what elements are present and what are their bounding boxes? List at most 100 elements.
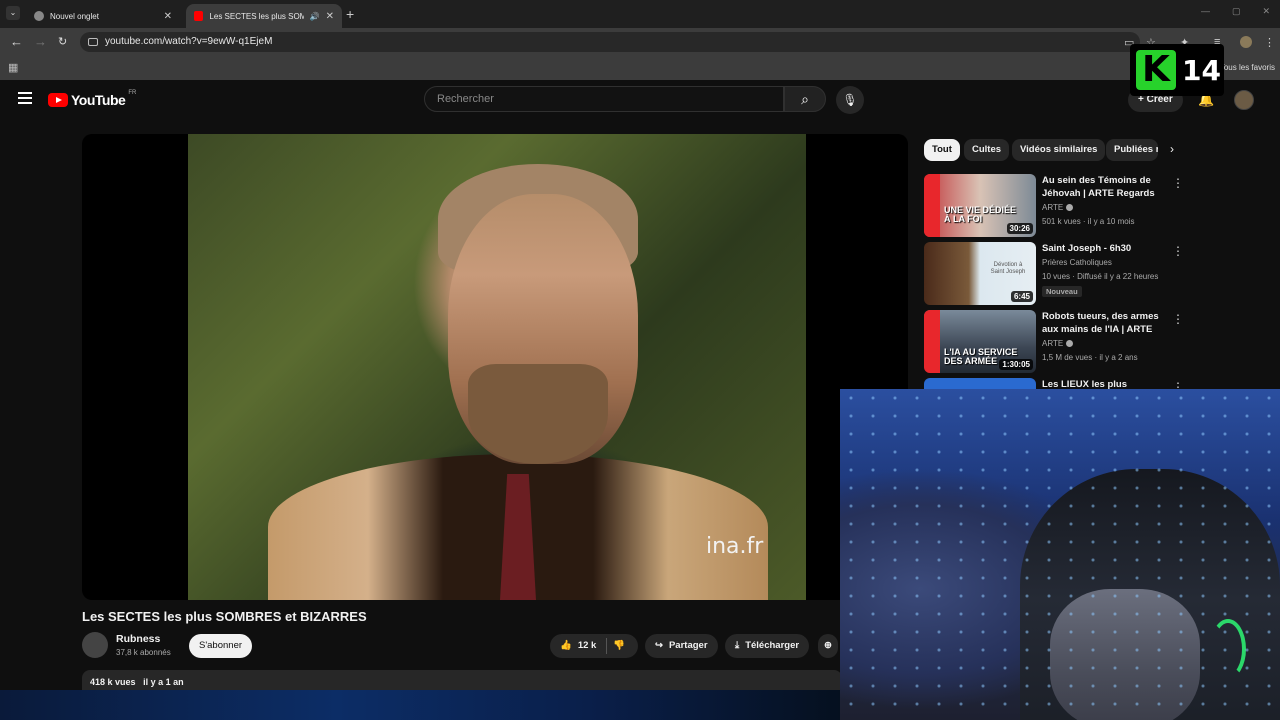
hamburger-menu-icon[interactable] (18, 92, 32, 107)
profile-avatar[interactable] (1240, 36, 1252, 48)
back-icon[interactable]: ← (10, 34, 23, 49)
youtube-favicon-icon (194, 11, 204, 21)
speaker-icon[interactable]: 🔊 (310, 12, 320, 21)
download-label: Télécharger (745, 640, 800, 651)
video-watermark: ina.fr (706, 534, 764, 559)
recommendation-channel[interactable]: Prières Catholiques (1042, 258, 1112, 267)
recommendation-item[interactable]: L'IA AU SERVICE DES ARMÉE 1:30:05 Robots… (924, 310, 1184, 374)
reload-icon[interactable]: ↻ (58, 35, 67, 48)
minimize-icon[interactable]: — (1201, 6, 1210, 17)
download-button[interactable]: ⤓ Télécharger (725, 634, 810, 658)
like-count[interactable]: 12 k (578, 634, 597, 658)
k14-overlay-logo: K 14 (1130, 44, 1224, 96)
tab-list-button[interactable]: ⌄ (6, 6, 20, 20)
browser-tab-bar: ⌄ Nouvel onglet ✕ Les SECTES les plus SO… (0, 0, 1280, 28)
tab-youtube-video[interactable]: Les SECTES les plus SOMBÉ 🔊 ✕ (186, 4, 342, 28)
k-logo-letter: K (1136, 50, 1176, 90)
chevron-right-icon[interactable]: › (1170, 142, 1174, 156)
chrome-icon (34, 11, 44, 21)
upload-date: il y a 1 an (143, 677, 184, 687)
chip-published[interactable]: Publiées r (1106, 139, 1158, 161)
video-player[interactable]: ina.fr (82, 134, 908, 600)
url-text: youtube.com/watch?v=9ewW-q1EjeM (105, 36, 273, 47)
video-duration: 30:26 (1006, 223, 1033, 234)
maximize-icon[interactable]: ▢ (1232, 6, 1241, 17)
recommendation-item[interactable]: Dévotion à Saint Joseph 6:45 Saint Josep… (924, 242, 1184, 306)
video-subject-beard (468, 364, 608, 464)
search-icon: ⌕ (801, 91, 809, 107)
new-tab-button[interactable]: + (346, 6, 354, 22)
apps-grid-icon[interactable]: ▦ (8, 61, 18, 74)
thumbnail-caption: UNE VIE DÉDIÉE À LA FOI (944, 205, 1017, 224)
youtube-logo[interactable]: YouTube FR (48, 90, 137, 108)
recommendation-title[interactable]: Saint Joseph - 6h30 (1042, 242, 1172, 255)
tab-label: Les SECTES les plus SOMBÉ (209, 11, 304, 21)
more-options-icon[interactable]: ⋮ (1172, 244, 1184, 258)
new-badge: Nouveau (1042, 286, 1082, 297)
recommendation-meta: 501 k vues · il y a 10 mois (1042, 217, 1135, 226)
subscribe-button[interactable]: S'abonner (189, 634, 253, 658)
channel-name[interactable]: Rubness (116, 633, 160, 645)
like-icon[interactable]: 👍 (560, 634, 572, 658)
site-info-icon[interactable] (88, 38, 98, 46)
channel-subscribers: 37,8 k abonnés (116, 648, 171, 657)
video-thumbnail[interactable]: Dévotion à Saint Joseph 6:45 (924, 242, 1036, 305)
thanks-icon: ⊕ (824, 640, 832, 651)
share-button[interactable]: ↪ Partager (645, 634, 718, 658)
arte-logo (924, 310, 940, 373)
page-bottom-strip (0, 690, 840, 720)
recommendation-channel[interactable]: ARTE (1042, 339, 1074, 348)
recommendation-channel[interactable]: ARTE (1042, 203, 1074, 212)
thanks-button[interactable]: ⊕ (818, 634, 838, 658)
all-bookmarks-link[interactable]: Tous les favoris (1220, 63, 1275, 72)
k-logo-number: 14 (1182, 54, 1221, 87)
search-input[interactable]: Rechercher (424, 86, 784, 112)
webcam-overlay (840, 389, 1280, 720)
account-avatar[interactable] (1234, 90, 1254, 110)
channel-avatar[interactable] (82, 632, 108, 658)
recommendation-title[interactable]: Au sein des Témoins de Jéhovah | ARTE Re… (1042, 174, 1172, 200)
window-controls: — ▢ ✕ (1201, 6, 1270, 17)
video-duration: 1:30:05 (999, 359, 1033, 370)
forward-icon[interactable]: → (34, 34, 47, 49)
logo-region: FR (128, 90, 137, 96)
arte-logo (924, 174, 940, 237)
verified-icon (1066, 340, 1074, 348)
download-icon: ⤓ (735, 640, 740, 651)
like-dislike-group: 👍 12 k 👎 (550, 634, 638, 658)
video-title: Les SECTES les plus SOMBRES et BIZARRES (82, 609, 367, 624)
video-frame: ina.fr (188, 134, 806, 600)
close-tab-icon[interactable]: ✕ (326, 11, 334, 22)
search-button[interactable]: ⌕ (784, 86, 826, 112)
dislike-icon[interactable]: 👎 (613, 634, 625, 658)
address-bar[interactable]: youtube.com/watch?v=9ewW-q1EjeM (80, 32, 1140, 52)
chip-similar-videos[interactable]: Vidéos similaires (1012, 139, 1106, 161)
webcam-fairy-lights (840, 389, 1280, 720)
recommendation-title[interactable]: Robots tueurs, des armes aux mains de l'… (1042, 310, 1172, 336)
divider (606, 638, 608, 654)
view-count: 418 k vues (90, 677, 136, 687)
share-icon: ↪ (655, 640, 663, 651)
browser-toolbar: ← → ↻ youtube.com/watch?v=9ewW-q1EjeM ▭ … (0, 28, 1280, 56)
video-duration: 6:45 (1010, 291, 1033, 302)
microphone-icon: 🎙 (842, 93, 858, 107)
chip-cultes[interactable]: Cultes (964, 139, 1010, 161)
video-thumbnail[interactable]: L'IA AU SERVICE DES ARMÉE 1:30:05 (924, 310, 1036, 373)
voice-search-button[interactable]: 🎙 (836, 86, 864, 114)
more-options-icon[interactable]: ⋮ (1172, 176, 1184, 190)
logo-text: YouTube (71, 92, 126, 108)
close-window-icon[interactable]: ✕ (1262, 6, 1270, 17)
video-thumbnail[interactable]: UNE VIE DÉDIÉE À LA FOI 30:26 (924, 174, 1036, 237)
close-tab-icon[interactable]: ✕ (164, 11, 172, 22)
tab-new-tab[interactable]: Nouvel onglet ✕ (26, 4, 180, 28)
share-label: Partager (668, 640, 708, 651)
bookmarks-bar: ▦ Tous les favoris (0, 56, 1280, 80)
recommendation-meta: 1,5 M de vues · il y a 2 ans (1042, 353, 1138, 362)
chip-all[interactable]: Tout (924, 139, 960, 161)
recommendation-meta: 10 vues · Diffusé il y a 22 heures (1042, 272, 1159, 281)
verified-icon (1066, 204, 1074, 212)
recommendation-item[interactable]: UNE VIE DÉDIÉE À LA FOI 30:26 Au sein de… (924, 174, 1184, 238)
more-menu-icon[interactable]: ⋮ (1264, 36, 1275, 49)
more-options-icon[interactable]: ⋮ (1172, 312, 1184, 326)
tab-label: Nouvel onglet (50, 11, 99, 21)
